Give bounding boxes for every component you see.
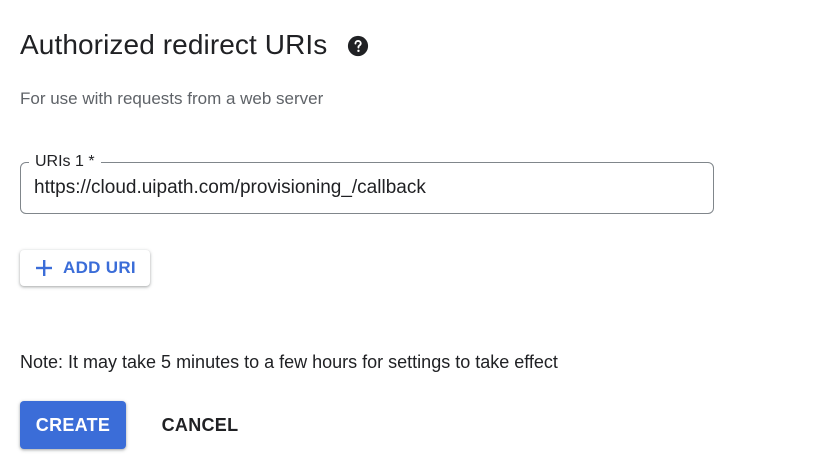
add-uri-button[interactable]: ADD URI bbox=[20, 250, 150, 286]
uri-field[interactable]: URIs 1 * bbox=[20, 152, 714, 214]
redirect-uris-section: Authorized redirect URIs For use with re… bbox=[0, 0, 816, 472]
section-subtitle: For use with requests from a web server bbox=[20, 89, 324, 108]
cancel-button[interactable]: CANCEL bbox=[148, 401, 252, 449]
plus-icon bbox=[34, 258, 54, 278]
add-uri-label: ADD URI bbox=[63, 258, 136, 277]
create-button[interactable]: CREATE bbox=[20, 401, 126, 449]
uri-input[interactable] bbox=[34, 163, 701, 213]
settings-note: Note: It may take 5 minutes to a few hou… bbox=[20, 352, 558, 372]
section-title: Authorized redirect URIs bbox=[20, 29, 328, 60]
help-circle-icon[interactable] bbox=[347, 35, 369, 57]
section-header: Authorized redirect URIs bbox=[20, 26, 369, 64]
